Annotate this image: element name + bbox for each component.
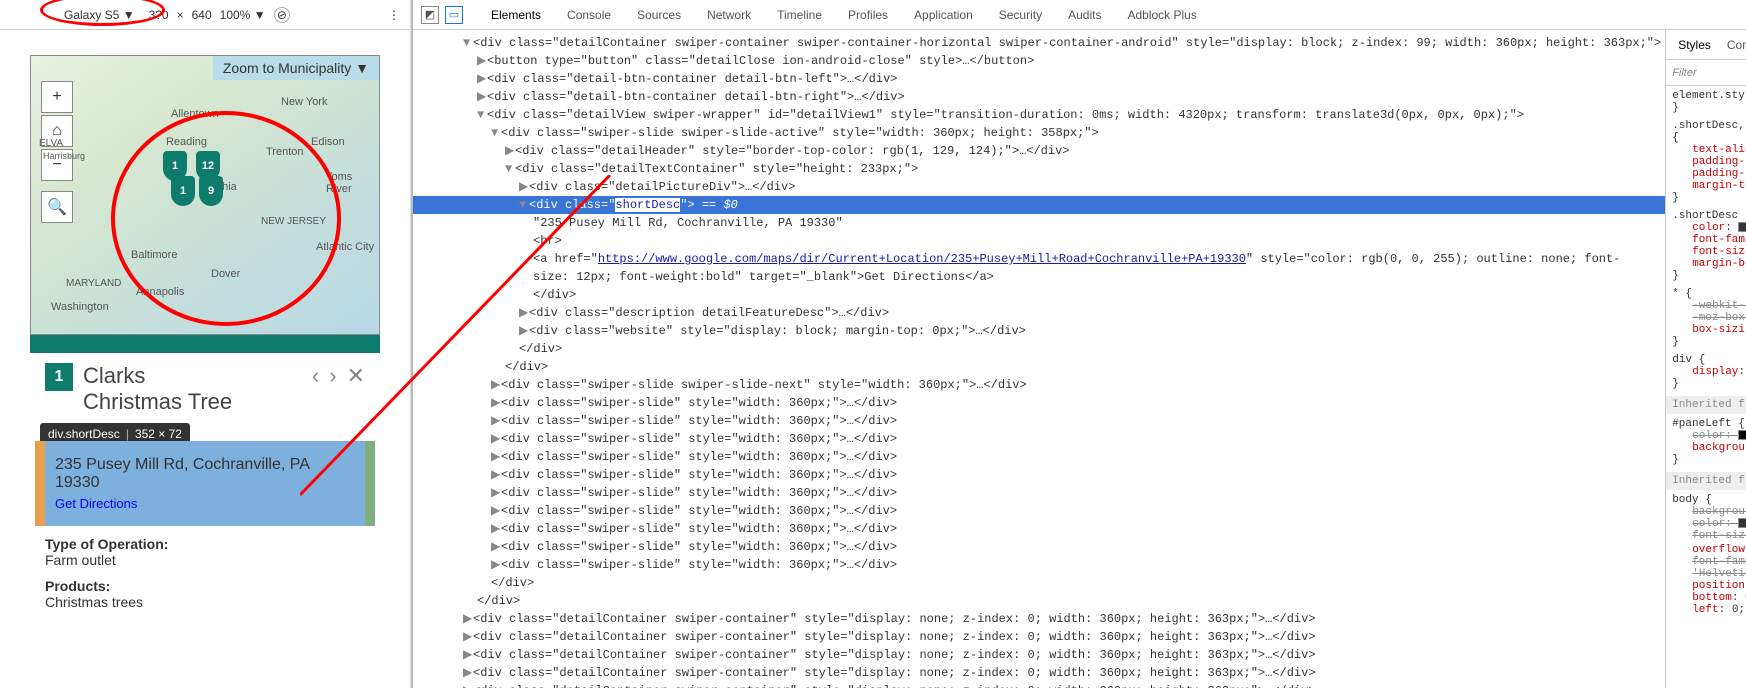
tab-network[interactable]: Network (697, 4, 761, 26)
tab-elements[interactable]: Elements (481, 4, 551, 26)
next-button[interactable]: › (329, 363, 336, 389)
inspect-icon[interactable]: ◩ (421, 6, 439, 24)
close-button[interactable]: ✕ (347, 363, 365, 389)
search-button[interactable]: 🔍 (41, 191, 73, 223)
tab-adblock[interactable]: Adblock Plus (1117, 4, 1206, 26)
device-zoom[interactable]: 100% ▼ (220, 8, 266, 22)
operation-label: Type of Operation: (45, 536, 365, 552)
zoom-municipality-dropdown[interactable]: Zoom to Municipality ▼ (213, 56, 379, 80)
annotation-ellipse-map (111, 111, 341, 326)
devtools-panel: ◩ ▭ Elements Console Sources Network Tim… (411, 0, 1746, 688)
tab-console[interactable]: Console (557, 4, 621, 26)
styles-filter-input[interactable]: Filter (1672, 67, 1746, 79)
products-value: Christmas trees (45, 594, 365, 610)
tab-profiles[interactable]: Profiles (838, 4, 898, 26)
tab-timeline[interactable]: Timeline (767, 4, 832, 26)
address-text: 235 Pusey Mill Rd, Cochranville, PA 1933… (55, 456, 355, 492)
detail-panel: 1 ClarksChristmas Tree ‹ › ✕ div.shortDe… (30, 353, 380, 630)
tab-application[interactable]: Application (904, 4, 983, 26)
operation-value: Farm outlet (45, 552, 365, 568)
short-desc-highlight[interactable]: 235 Pusey Mill Rd, Cochranville, PA 1933… (45, 441, 365, 526)
tab-sources[interactable]: Sources (627, 4, 691, 26)
prev-button[interactable]: ‹ (312, 363, 319, 389)
devtools-tabs: ◩ ▭ Elements Console Sources Network Tim… (413, 0, 1746, 30)
styles-panel: Styles Computed Event Listeners DOM Brea… (1665, 30, 1746, 688)
map[interactable]: Zoom to Municipality ▼ + ⌂ − 🔍 New York … (30, 55, 380, 335)
products-label: Products: (45, 578, 365, 594)
elements-tree[interactable]: ▼<div class="detailContainer swiper-cont… (413, 30, 1665, 688)
zoom-in-button[interactable]: + (41, 81, 73, 113)
map-footer-bar (30, 335, 380, 353)
tab-audits[interactable]: Audits (1058, 4, 1111, 26)
styles-tab-styles[interactable]: Styles (1672, 34, 1717, 56)
styles-tab-computed[interactable]: Computed (1721, 34, 1746, 56)
device-height[interactable]: 640 (192, 8, 212, 22)
device-mode-icon[interactable]: ▭ (445, 6, 463, 24)
result-number: 1 (45, 363, 73, 391)
selected-element-line: ▼<div class="shortDesc"> == $0 (413, 196, 1665, 214)
more-icon[interactable]: ⋮ (388, 8, 400, 22)
device-preview-panel: Galaxy S5 ▼ 3?0 × 640 100% ▼ ⊘ ⋮ Zoom to… (0, 0, 411, 688)
get-directions-link[interactable]: Get Directions (55, 496, 137, 511)
tab-security[interactable]: Security (989, 4, 1052, 26)
rotate-icon[interactable]: ⊘ (271, 4, 292, 25)
styles-rules[interactable]: element.style {} .shortDesc, .detailFeat… (1666, 86, 1746, 688)
